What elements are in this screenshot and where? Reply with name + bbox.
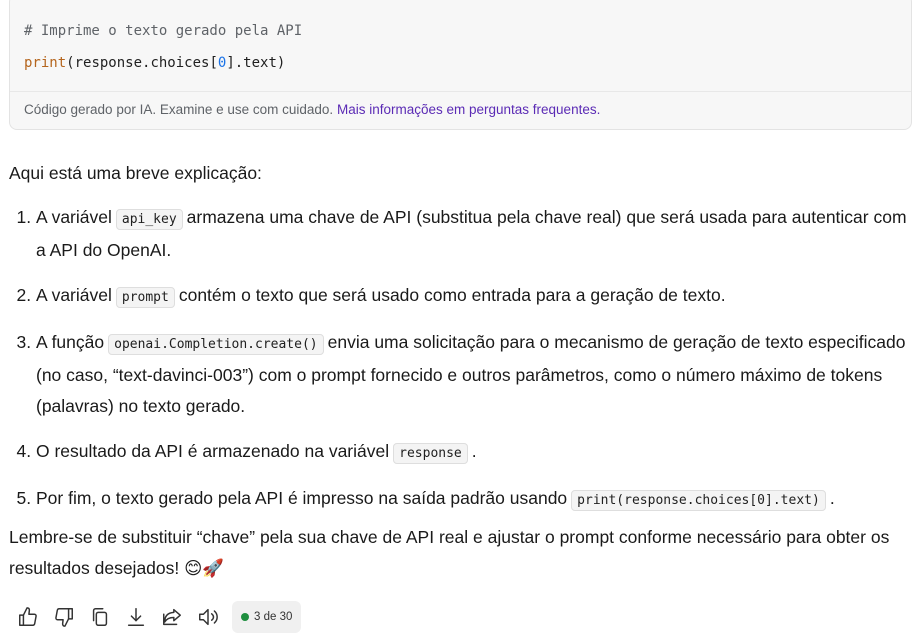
code-function: print: [24, 55, 67, 71]
list-item: A variávelapi_keyarmazena uma chave de A…: [36, 202, 909, 266]
closing-text: Lembre-se de substituir “chave” pela sua…: [9, 527, 890, 578]
counter-label: 3 de 30: [254, 611, 293, 623]
step-text-after: .: [829, 488, 835, 508]
status-dot: [241, 613, 249, 621]
like-button[interactable]: [12, 601, 44, 633]
inline-code: print(response.choices[0].text): [571, 490, 826, 511]
step-text-after: .: [471, 441, 477, 461]
inline-code: response: [393, 443, 468, 464]
code-part1: (response.choices[: [66, 55, 218, 71]
step-text-before: Por fim, o texto gerado pela API é impre…: [36, 488, 568, 508]
code-content: # Imprime o texto gerado pela API print(…: [24, 15, 302, 79]
list-item: O resultado da API é armazenado na variá…: [36, 436, 909, 469]
step-text-before: O resultado da API é armazenado na variá…: [36, 441, 390, 461]
inline-code: openai.Completion.create(): [108, 334, 324, 355]
step-text-before: A variável: [36, 285, 112, 305]
list-item: A funçãoopenai.Completion.create()envia …: [36, 327, 909, 422]
share-icon: [163, 608, 181, 626]
explanation-list: A variávelapi_keyarmazena uma chave de A…: [9, 202, 909, 530]
download-button[interactable]: [120, 601, 152, 633]
thumbs-down-icon: [55, 608, 73, 627]
ai-disclaimer: Código gerado por IA. Examine e use com …: [10, 91, 911, 130]
list-item: A variávelpromptcontém o texto que será …: [36, 280, 909, 313]
inline-code: prompt: [115, 287, 175, 308]
step-text-before: A função: [36, 332, 105, 352]
list-item: Por fim, o texto gerado pela API é impre…: [36, 483, 909, 516]
download-icon: [127, 608, 145, 626]
speaker-icon: [199, 608, 218, 626]
dislike-button[interactable]: [48, 601, 80, 633]
code-part2: ].text): [226, 55, 286, 71]
share-button[interactable]: [156, 601, 188, 633]
intro-text: Aqui está uma breve explicação:: [9, 163, 262, 183]
read-aloud-button[interactable]: [192, 601, 224, 633]
copy-icon: [92, 608, 108, 626]
disclaimer-text: Código gerado por IA. Examine e use com …: [24, 102, 334, 117]
response-counter: 3 de 30: [232, 601, 302, 633]
faq-link[interactable]: Mais informações em perguntas frequentes…: [337, 102, 600, 117]
thumbs-up-icon: [19, 607, 37, 626]
code-block: # Imprime o texto gerado pela API print(…: [9, 0, 912, 130]
step-text-after: contém o texto que será usado como entra…: [178, 285, 726, 305]
copy-button[interactable]: [84, 601, 116, 633]
inline-code: api_key: [115, 209, 183, 230]
response-toolbar: 3 de 30: [12, 600, 302, 634]
code-comment: # Imprime o texto gerado pela API: [24, 23, 303, 39]
step-text-before: A variável: [36, 207, 112, 227]
